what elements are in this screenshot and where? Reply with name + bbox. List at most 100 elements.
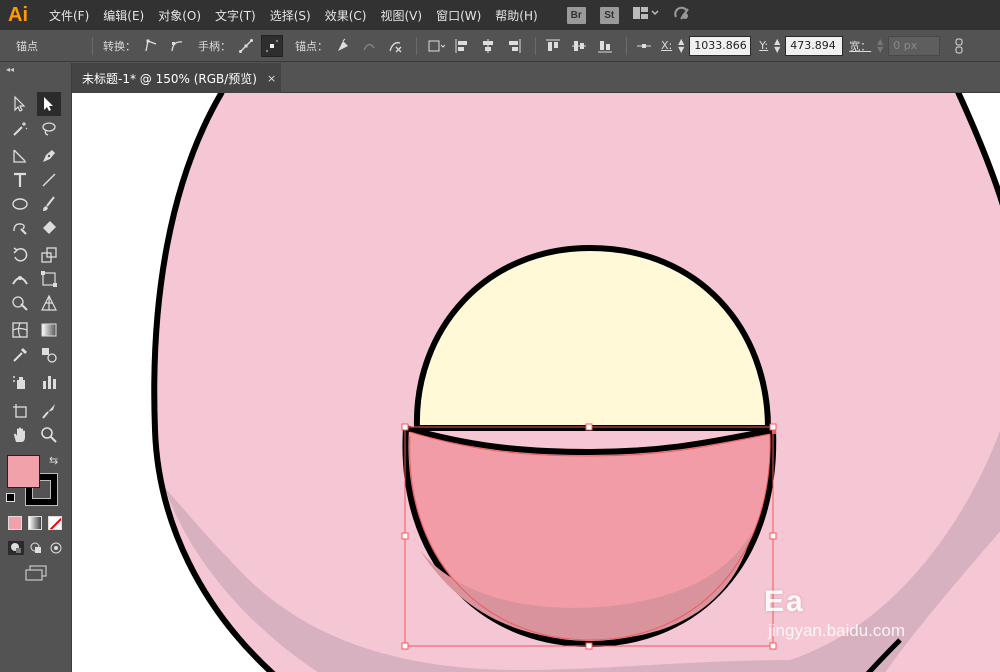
zoom-tool-icon[interactable] xyxy=(37,423,61,447)
menu-effect[interactable]: 效果(C) xyxy=(318,7,374,24)
perspective-grid-tool-icon[interactable] xyxy=(37,291,61,315)
fill-color-swatch[interactable] xyxy=(7,455,40,488)
show-handles-icon[interactable] xyxy=(235,35,257,57)
magic-wand-tool-icon[interactable] xyxy=(8,117,32,141)
rotate-tool-icon[interactable] xyxy=(8,243,32,267)
selection-handle xyxy=(585,642,593,650)
line-tool-icon[interactable] xyxy=(37,168,61,192)
align-right-icon[interactable] xyxy=(503,35,525,57)
tools-panel: ◂◂ ⇆ xyxy=(0,63,72,672)
transform-icon[interactable] xyxy=(425,35,447,57)
divider xyxy=(92,36,93,55)
width-field[interactable] xyxy=(888,35,941,56)
x-label: X: xyxy=(661,39,673,52)
menu-file[interactable]: 文件(F) xyxy=(42,7,96,24)
align-left-icon[interactable] xyxy=(451,35,473,57)
sync-icon[interactable] xyxy=(673,5,691,25)
menu-select[interactable]: 选择(S) xyxy=(263,7,318,24)
anchor-point-label: 锚点 xyxy=(16,39,38,53)
collapse-panel-icon[interactable]: ◂◂ xyxy=(6,65,14,74)
convert-to-corner-icon[interactable] xyxy=(140,35,162,57)
remove-anchor-icon[interactable] xyxy=(332,35,354,57)
none-mode-icon[interactable] xyxy=(48,516,62,530)
artboard-tool-icon[interactable] xyxy=(8,399,32,423)
draw-behind-icon[interactable] xyxy=(28,541,44,555)
shape-builder-tool-icon[interactable] xyxy=(8,291,32,315)
width-label: 宽： xyxy=(849,39,872,53)
selection-handle xyxy=(769,642,777,650)
menu-help[interactable]: 帮助(H) xyxy=(488,7,544,24)
blend-tool-icon[interactable] xyxy=(37,343,61,367)
align-middle-icon[interactable] xyxy=(568,35,590,57)
selection-handle xyxy=(401,642,409,650)
eraser-tool-icon[interactable] xyxy=(37,216,61,240)
menu-type[interactable]: 文字(T) xyxy=(208,7,263,24)
menu-view[interactable]: 视图(V) xyxy=(373,7,429,24)
gradient-mode-icon[interactable] xyxy=(28,516,42,530)
color-mode-icon[interactable] xyxy=(8,516,22,530)
draw-normal-icon[interactable] xyxy=(8,541,24,555)
selection-handle xyxy=(585,423,593,431)
app-logo: Ai xyxy=(8,3,28,26)
align-center-icon[interactable] xyxy=(477,35,499,57)
menu-object[interactable]: 对象(O) xyxy=(151,7,208,24)
hand-tool-icon[interactable] xyxy=(8,423,32,447)
convert-to-smooth-icon[interactable] xyxy=(166,35,188,57)
connect-anchors-icon[interactable] xyxy=(358,35,380,57)
lasso-tool-icon[interactable] xyxy=(37,117,61,141)
paintbrush-tool-icon[interactable] xyxy=(37,192,61,216)
handles-label: 手柄： xyxy=(198,39,231,53)
symbol-sprayer-tool-icon[interactable] xyxy=(8,370,32,394)
watermark-logo: Ea xyxy=(764,585,805,618)
selection-handle xyxy=(769,532,777,540)
swap-fill-stroke-icon[interactable]: ⇆ xyxy=(49,454,58,467)
curvature-tool-icon[interactable] xyxy=(8,144,32,168)
free-transform-tool-icon[interactable] xyxy=(37,267,61,291)
layout-icon[interactable] xyxy=(632,6,659,24)
divider xyxy=(626,36,627,55)
align-bottom-icon[interactable] xyxy=(594,35,616,57)
shaper-tool-icon[interactable] xyxy=(8,216,32,240)
scale-tool-icon[interactable] xyxy=(37,243,61,267)
gradient-tool-icon[interactable] xyxy=(37,318,61,342)
width-spinner[interactable]: ▲ ▼ xyxy=(875,36,885,56)
mesh-tool-icon[interactable] xyxy=(8,318,32,342)
align-top-icon[interactable] xyxy=(542,35,564,57)
artwork[interactable] xyxy=(72,93,1000,672)
pen-tool-icon[interactable] xyxy=(37,144,61,168)
width-tool-icon[interactable] xyxy=(8,267,32,291)
ellipse-tool-icon[interactable] xyxy=(8,192,32,216)
default-fill-stroke-icon[interactable] xyxy=(6,493,15,502)
column-graph-tool-icon[interactable] xyxy=(37,370,61,394)
reference-point-icon[interactable] xyxy=(633,35,655,57)
menu-window[interactable]: 窗口(W) xyxy=(429,7,488,24)
selection-tool-icon[interactable] xyxy=(8,92,32,116)
anchor-point xyxy=(772,430,776,434)
y-label: Y: xyxy=(759,39,769,52)
x-spinner[interactable]: ▲ ▼ xyxy=(676,36,686,56)
stock-button[interactable]: St xyxy=(599,6,619,24)
eyedropper-tool-icon[interactable] xyxy=(8,343,32,367)
x-coordinate-field[interactable] xyxy=(689,35,752,56)
hide-handles-icon[interactable] xyxy=(261,34,283,57)
y-spinner[interactable]: ▲ ▼ xyxy=(772,36,782,56)
cut-path-icon[interactable] xyxy=(384,35,406,57)
menu-bar: Ai 文件(F) 编辑(E) 对象(O) 文字(T) 选择(S) 效果(C) 视… xyxy=(0,0,1000,30)
slice-tool-icon[interactable] xyxy=(37,399,61,423)
watermark-url: jingyan.baidu.com xyxy=(768,621,906,640)
screen-mode-icon[interactable] xyxy=(24,565,48,581)
type-tool-icon[interactable] xyxy=(8,168,32,192)
convert-label: 转换： xyxy=(103,39,136,53)
menu-edit[interactable]: 编辑(E) xyxy=(96,7,151,24)
bridge-button[interactable]: Br xyxy=(566,6,586,24)
artboard-canvas[interactable]: Ea jingyan.baidu.com xyxy=(72,93,1000,672)
y-coordinate-field[interactable] xyxy=(785,35,844,56)
direct-selection-tool-icon[interactable] xyxy=(37,92,61,116)
document-tab[interactable]: 未标题-1* @ 150% (RGB/预览) × xyxy=(72,63,281,93)
draw-inside-icon[interactable] xyxy=(48,541,64,555)
selection-handle xyxy=(401,423,409,431)
divider xyxy=(535,36,536,55)
close-icon[interactable]: × xyxy=(267,72,276,85)
divider xyxy=(416,36,417,55)
link-proportions-icon[interactable] xyxy=(948,35,970,57)
